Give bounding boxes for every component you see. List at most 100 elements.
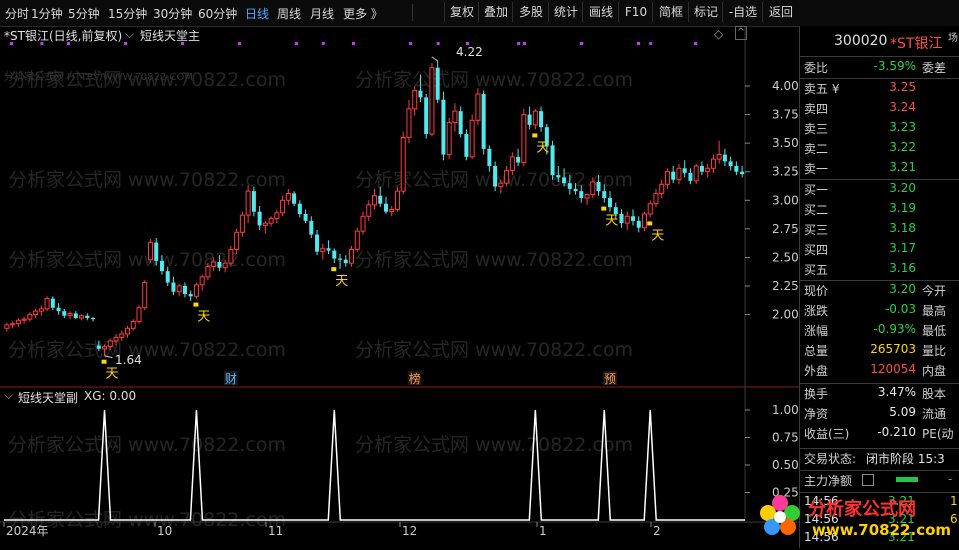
bid-row-4-value: 3.17 (889, 241, 916, 255)
candle-body-up (394, 190, 400, 210)
list-icon[interactable] (862, 474, 874, 486)
candle-body-down (562, 177, 567, 184)
candle-body-down (567, 183, 572, 189)
ask-row-5: 卖五 ¥ 3.25 (800, 80, 959, 100)
candle-body-down (441, 99, 446, 155)
stat-row-3-label2: 量比 (922, 344, 947, 358)
stat2-row-0-value: 3.47% (877, 385, 916, 399)
remove-watchlist-button[interactable]: -自选 (722, 2, 763, 22)
period-60min[interactable]: 60分钟 (198, 5, 237, 22)
main-net-label: 主力净额 (804, 474, 853, 488)
signal-marker (193, 302, 199, 307)
event-dot (517, 42, 521, 45)
period-1min[interactable]: 1分钟 (31, 5, 63, 22)
bid-row-5: 买五 3.16 (800, 261, 959, 281)
candle-body-up (193, 284, 199, 297)
event-label: 财 (225, 372, 237, 386)
candle-body-up (509, 156, 515, 172)
period-more[interactable]: 更多 》 (343, 5, 383, 22)
candle-body-up (268, 218, 274, 224)
period-5min[interactable]: 5分钟 (68, 5, 100, 22)
period-15min[interactable]: 15分钟 (108, 5, 147, 22)
date-tick-label: 2024年 (6, 524, 49, 538)
period-fenshi[interactable]: 分时 (5, 5, 29, 22)
period-weekly[interactable]: 周线 (277, 5, 301, 22)
bid-row-2-value: 3.19 (889, 201, 916, 215)
f10-button[interactable]: F10 (618, 2, 653, 22)
stats-button[interactable]: 统计 (548, 2, 583, 22)
watermark-text: 分析家公式网 www.70822.com (355, 339, 633, 361)
candle-body-down (217, 262, 222, 268)
candle-body-up (400, 136, 406, 192)
candle-body-up (119, 333, 125, 338)
candle-body-down (740, 171, 745, 174)
signal-label: 天 (106, 367, 119, 382)
signal-marker (331, 267, 337, 272)
ask-row-4-value: 3.24 (889, 100, 916, 114)
weibi-value: -3.59% (873, 59, 916, 73)
candle-body-down (688, 172, 693, 181)
scroll-up-icon[interactable]: ^ (735, 26, 747, 40)
price-tick-label: 3.50 (772, 136, 799, 150)
candle-body-down (56, 307, 61, 312)
candle-body-up (176, 285, 182, 293)
stat2-row-0: 换手 3.47% 股本 (800, 385, 959, 405)
multi-stock-button[interactable]: 多股 (512, 2, 549, 22)
candle-body-up (113, 336, 119, 342)
candle-body-up (10, 323, 16, 326)
stat-row-3-value: 265703 (870, 342, 916, 356)
candle-body-up (360, 215, 366, 232)
draw-line-button[interactable]: 画线 (582, 2, 619, 22)
indicator-dropdown-icon[interactable]: ⌵ (125, 27, 134, 42)
event-dot (694, 42, 697, 45)
candle-body-down (383, 203, 388, 212)
candle-body-down (636, 220, 641, 228)
candle-body-down (527, 114, 532, 125)
stat-row-2-value: -0.93% (873, 322, 916, 336)
bid-row-1-label: 买一 (804, 183, 829, 197)
fuquan-button[interactable]: 复权 (444, 2, 479, 22)
candle-body-up (262, 222, 268, 226)
candle-body-down (619, 214, 624, 224)
candle-body-down (573, 188, 578, 192)
simple-frame-button[interactable]: 简框 (652, 2, 689, 22)
period-daily[interactable]: 日线 (245, 5, 269, 22)
candle-body-down (91, 318, 96, 320)
ask-row-2: 卖二 3.22 (800, 140, 959, 160)
candle-body-down (159, 260, 164, 272)
indicator-main-name[interactable]: 短线天堂主 (140, 27, 200, 44)
overlay-button[interactable]: 叠加 (478, 2, 513, 22)
candle-body-up (27, 314, 33, 320)
candle-body-up (211, 261, 217, 268)
stat2-row-2-value: -0.210 (877, 425, 916, 439)
sub-indicator-name[interactable]: 短线天堂副 (18, 389, 78, 406)
candle-body-down (699, 166, 704, 172)
candle-body-down (435, 67, 440, 100)
candle-body-up (107, 340, 113, 348)
period-30min[interactable]: 30分钟 (153, 5, 192, 22)
candle-body-up (710, 158, 716, 169)
sub-tick-label: 0.50 (772, 458, 799, 472)
logo-sub-text: www.70822.com (812, 521, 952, 539)
xg-value: XG: 0.00 (84, 389, 137, 403)
candle-body-down (96, 345, 101, 349)
sub-indicator-dropdown-icon[interactable]: ⌵ (4, 388, 13, 403)
diamond-icon[interactable]: ◇ (714, 27, 723, 41)
event-label: 榜 (409, 371, 421, 386)
panel-corner[interactable]: 场 (948, 29, 958, 44)
signal-label: 天 (197, 310, 210, 325)
kline-chart[interactable]: 分析家公式网 www.70822.com 分析家公式网 www.70822.com… (0, 26, 799, 548)
stat-row-4-label2: 内盘 (922, 364, 947, 378)
candle-body-up (285, 192, 291, 201)
candle-body-down (188, 294, 193, 297)
candle-body-down (418, 90, 423, 98)
sub-tick-label: 0.75 (772, 431, 799, 445)
candle-body-down (50, 298, 55, 308)
stock-title: *ST银江(日线,前复权) (4, 29, 123, 43)
candle-body-down (424, 97, 429, 134)
back-button[interactable]: 返回 (762, 2, 799, 22)
period-monthly[interactable]: 月线 (310, 5, 334, 22)
stat-row-2-label2: 最低 (922, 324, 947, 338)
candle-body-down (332, 250, 337, 259)
mark-button[interactable]: 标记 (688, 2, 723, 22)
